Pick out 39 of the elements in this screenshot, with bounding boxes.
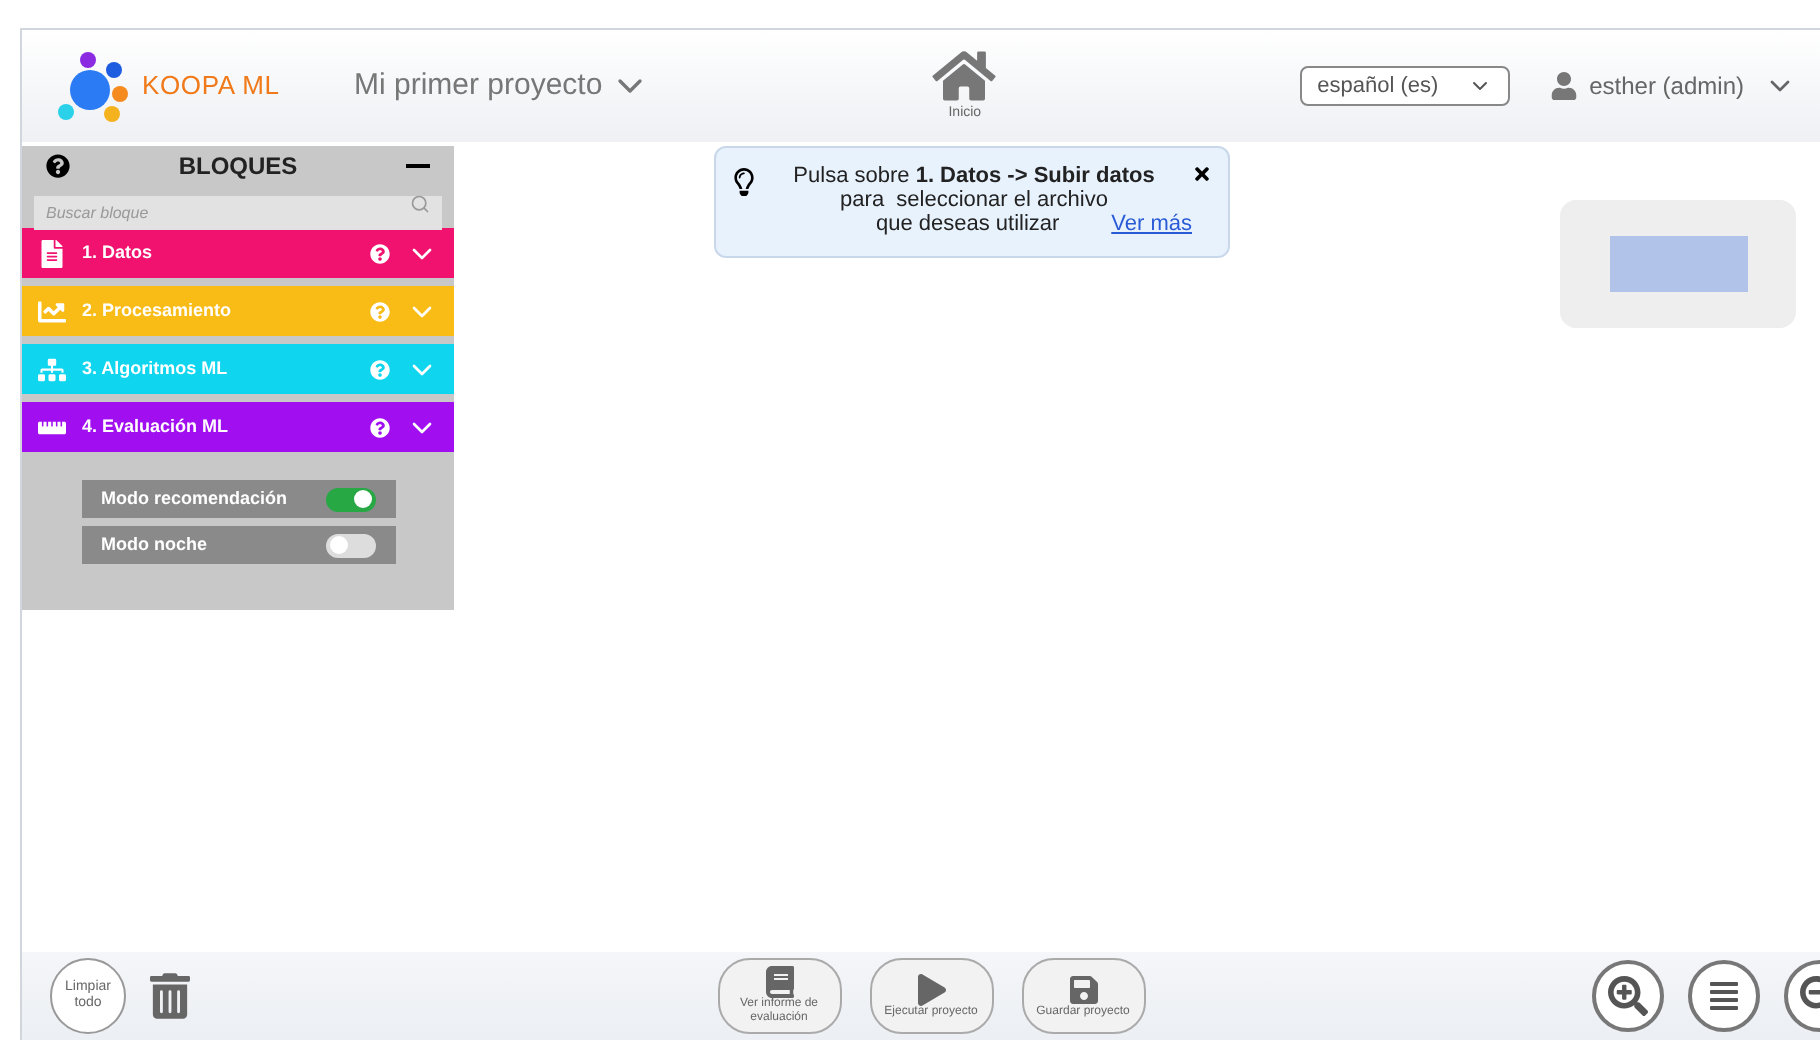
toggle-label: Modo noche	[101, 531, 207, 558]
see-more-link[interactable]: Ver más	[1111, 212, 1192, 236]
document-icon	[763, 966, 795, 998]
zoom-in-button[interactable]	[1592, 960, 1664, 1032]
close-icon[interactable]	[1192, 164, 1212, 184]
minimap-viewport	[1609, 236, 1747, 292]
block-category[interactable]: 1. Datos	[22, 228, 454, 278]
help-icon	[370, 417, 390, 437]
play-icon	[915, 973, 947, 1005]
home-icon	[932, 47, 997, 104]
document-icon	[38, 239, 66, 267]
align-button[interactable]	[1688, 960, 1760, 1032]
user-icon	[1549, 72, 1578, 100]
lines-icon	[1708, 980, 1740, 1012]
help-icon	[370, 243, 390, 263]
search-field[interactable]: Buscar bloque	[34, 196, 442, 230]
logo-icon	[54, 50, 134, 122]
panel-title: BLOQUES	[178, 150, 298, 184]
toggle-switch[interactable]	[325, 487, 375, 511]
save-icon	[1067, 973, 1099, 1005]
lightbulb-icon	[732, 168, 756, 196]
toggle-label: Modo recomendación	[101, 485, 288, 512]
user-menu[interactable]: esther (admin)	[1549, 68, 1796, 104]
project-dropdown[interactable]: Mi primer proyecto	[354, 63, 651, 109]
search-icon	[410, 193, 430, 213]
zoom-in-icon	[1608, 976, 1648, 1016]
hint-text: Pulsa sobre 1. Datos -> Subir datos	[793, 164, 1155, 188]
trash-icon[interactable]	[150, 972, 190, 1020]
help-icon	[370, 359, 390, 379]
logo-text: KOOPA ML	[142, 68, 280, 105]
block-category[interactable]: 4. Evaluación ML	[22, 402, 454, 452]
help-icon	[370, 301, 390, 321]
line-chart-icon	[38, 297, 66, 325]
help-icon[interactable]	[46, 154, 70, 178]
hint-text: que deseas utilizar	[875, 212, 1060, 236]
hint-text: para seleccionar el archivo	[840, 188, 1108, 212]
hierarchy-icon	[38, 355, 66, 383]
language-select[interactable]: español (es)	[1299, 66, 1510, 106]
toggle-switch[interactable]	[325, 533, 375, 557]
